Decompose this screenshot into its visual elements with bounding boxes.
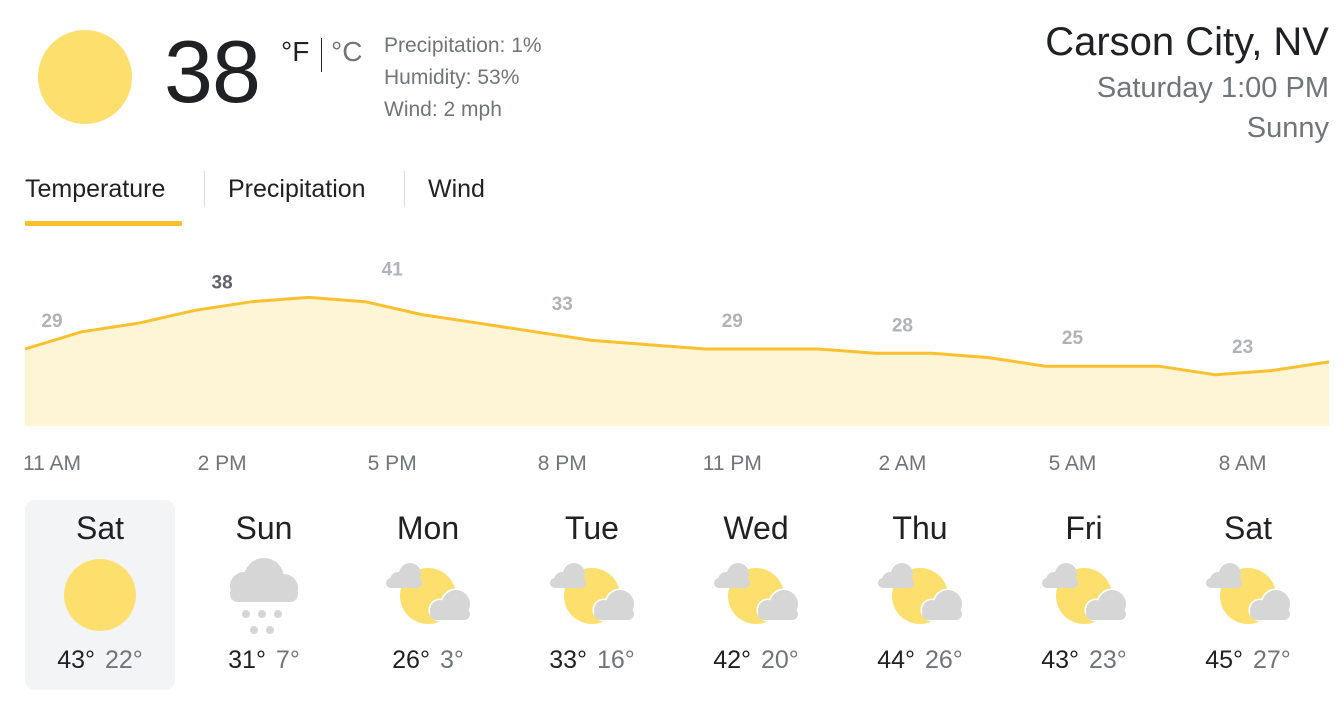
forecast-high: 45° [1205, 646, 1243, 674]
temperature-data-label: 41 [382, 259, 404, 280]
temperature-data-label: 25 [1062, 328, 1084, 349]
temperature-area [25, 297, 1329, 426]
forecast-day-name: Sat [75, 510, 125, 546]
unit-divider [321, 38, 322, 72]
forecast-day-name: Wed [723, 510, 789, 546]
hour-tick-label: 5 PM [367, 452, 417, 475]
temperature-data-label: 29 [722, 311, 743, 332]
forecast-temps: 43° 23° [1009, 646, 1159, 675]
location-datetime: Saturday 1:00 PM [1096, 72, 1329, 104]
forecast-low: 20° [761, 646, 799, 674]
forecast-day-3[interactable]: Tue 33° 16° [517, 500, 667, 690]
forecast-day-1[interactable]: Sun 31° 7° [189, 500, 339, 690]
precipitation-text: Precipitation: 1% [384, 34, 542, 57]
forecast-day-5[interactable]: Thu 44° 26° [845, 500, 995, 690]
unit-fahrenheit-button[interactable]: °F [281, 36, 309, 68]
forecast-temps: 31° 7° [189, 646, 339, 675]
temperature-data-label: 29 [41, 311, 62, 332]
forecast-low: 3° [439, 646, 464, 674]
forecast-day-name: Fri [1065, 510, 1103, 546]
temperature-data-label: 28 [892, 315, 913, 336]
hour-tick-label: 8 PM [537, 452, 587, 475]
tab-precipitation[interactable]: Precipitation [228, 175, 366, 204]
forecast-high: 43° [57, 646, 95, 674]
hour-tick-label: 8 AM [1218, 452, 1267, 475]
wind-text: Wind: 2 mph [384, 98, 502, 121]
forecast-day-2[interactable]: Mon 26° 3° [353, 500, 503, 690]
partly-cloudy-icon [1198, 552, 1298, 642]
forecast-temps: 42° 20° [681, 646, 831, 675]
forecast-high: 33° [549, 646, 587, 674]
sun-icon [38, 30, 132, 124]
forecast-high: 44° [877, 646, 915, 674]
forecast-low: 7° [275, 646, 300, 674]
temperature-data-label: 38 [212, 272, 233, 293]
tab-wind[interactable]: Wind [428, 175, 485, 204]
forecast-temps: 44° 26° [845, 646, 995, 675]
forecast-high: 31° [228, 646, 266, 674]
partly-cloudy-icon [1034, 552, 1134, 642]
location-name: Carson City, NV [1045, 20, 1329, 64]
temperature-data-label: 23 [1232, 337, 1253, 358]
tab-divider [204, 171, 205, 207]
partly-cloudy-icon [870, 552, 970, 642]
forecast-day-6[interactable]: Fri 43° 23° [1009, 500, 1159, 690]
tab-temperature[interactable]: Temperature [25, 175, 165, 204]
forecast-day-name: Mon [396, 510, 460, 546]
forecast-low: 27° [1253, 646, 1291, 674]
partly-cloudy-icon [378, 552, 478, 642]
forecast-high: 26° [392, 646, 430, 674]
forecast-day-name: Sun [235, 510, 293, 546]
active-tab-indicator [25, 221, 182, 226]
tab-divider [404, 171, 405, 207]
forecast-day-name: Tue [565, 510, 619, 546]
temperature-chart[interactable]: 29 38 41 33 29 28 25 23 [0, 240, 1343, 440]
hour-tick-label: 11 AM [23, 452, 81, 475]
forecast-temps: 43° 22° [25, 646, 175, 675]
humidity-text: Humidity: 53% [384, 66, 520, 89]
forecast-low: 26° [925, 646, 963, 674]
forecast-day-4[interactable]: Wed 42° 20° [681, 500, 831, 690]
forecast-temps: 33° 16° [517, 646, 667, 675]
hour-tick-label: 5 AM [1048, 452, 1097, 475]
forecast-day-7[interactable]: Sat 45° 27° [1173, 500, 1323, 690]
forecast-temps: 26° 3° [353, 646, 503, 675]
hour-tick-label: 2 PM [197, 452, 247, 475]
sun-icon [50, 552, 150, 642]
forecast-day-0[interactable]: Sat 43° 22° [25, 500, 175, 690]
weather-condition: Sunny [1246, 112, 1329, 144]
forecast-high: 42° [713, 646, 751, 674]
partly-cloudy-icon [542, 552, 642, 642]
current-temperature: 38 [164, 22, 261, 121]
forecast-temps: 45° 27° [1173, 646, 1323, 675]
unit-celsius-button[interactable]: °C [331, 36, 362, 68]
partly-cloudy-icon [706, 552, 806, 642]
forecast-high: 43° [1041, 646, 1079, 674]
snow-cloud-icon [214, 552, 314, 642]
forecast-day-name: Sat [1223, 510, 1273, 546]
hour-tick-label: 11 PM [702, 452, 762, 475]
forecast-low: 16° [597, 646, 635, 674]
forecast-low: 22° [105, 646, 143, 674]
forecast-day-name: Thu [892, 510, 948, 546]
forecast-low: 23° [1089, 646, 1127, 674]
temperature-data-label: 33 [552, 294, 573, 315]
hour-tick-label: 2 AM [878, 452, 927, 475]
